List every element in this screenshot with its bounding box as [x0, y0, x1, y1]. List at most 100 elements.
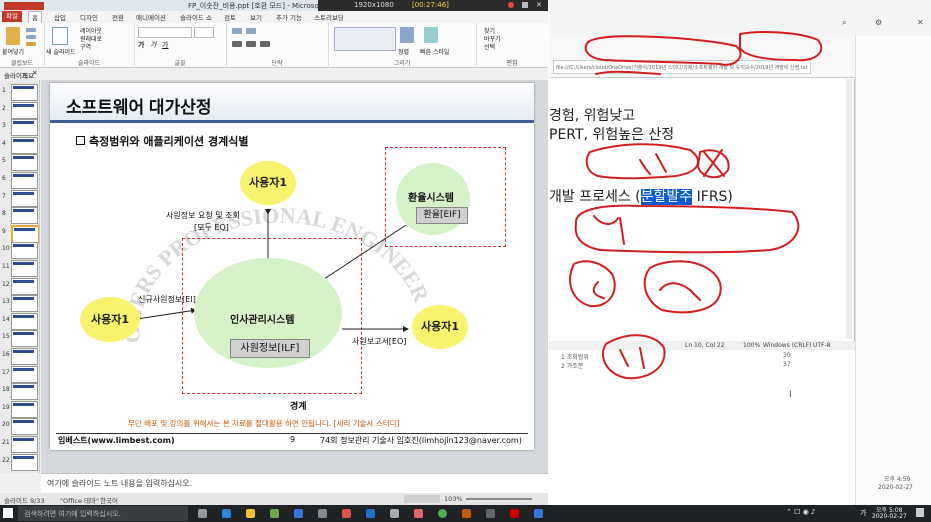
user-top-oval: 사용자1: [240, 161, 296, 205]
slide-thumbnail[interactable]: 10: [2, 242, 38, 260]
copy-icon[interactable]: [26, 35, 36, 39]
address-bar[interactable]: file:///C:/Users/cloud/OneDrive/기술사/2019…: [553, 60, 811, 74]
tray-icons[interactable]: ⌃ ☐ ◉ ♪: [786, 508, 815, 516]
slide-thumbnail[interactable]: 21: [2, 436, 38, 453]
status-slide-count: 슬라이드 9/33: [4, 497, 45, 505]
app-icon-12[interactable]: [486, 509, 495, 518]
clock-date[interactable]: 2020-02-27: [872, 513, 907, 520]
select-button[interactable]: 선택: [484, 42, 495, 51]
tab-insert[interactable]: 삽입: [54, 12, 66, 22]
slide-thumbnail[interactable]: 20: [2, 418, 38, 436]
app-icon-8[interactable]: [390, 509, 399, 518]
app-icon-14[interactable]: [534, 509, 543, 518]
group-label-paragraph: 단락: [271, 60, 283, 67]
status-language: 한국어: [100, 497, 118, 505]
tab-review[interactable]: 검토: [224, 12, 236, 22]
slide-thumbnail[interactable]: 8: [2, 207, 38, 225]
app-icon-5[interactable]: [318, 509, 327, 518]
tab-file[interactable]: 파일: [2, 11, 22, 22]
shapes-gallery[interactable]: [334, 27, 396, 51]
slide-thumbnail[interactable]: 6: [2, 172, 38, 189]
edge-icon[interactable]: [222, 509, 231, 518]
explorer-icon[interactable]: [246, 509, 255, 518]
new-slide-icon[interactable]: [52, 27, 68, 45]
slide-thumbnail[interactable]: 16: [2, 348, 38, 365]
slide-thumbnail[interactable]: 1: [2, 84, 38, 101]
underline-icon[interactable]: 가: [162, 40, 168, 50]
align-right-icon[interactable]: [260, 41, 270, 47]
doc-scrollbar[interactable]: [846, 79, 852, 339]
quick-styles-icon[interactable]: [424, 27, 438, 43]
slide-thumbnail[interactable]: 4: [2, 136, 38, 154]
slide-thumbnail[interactable]: 18: [2, 383, 38, 401]
slide-thumbnail[interactable]: 19: [2, 400, 38, 418]
view-buttons[interactable]: [404, 495, 440, 503]
slide-thumbnail[interactable]: 17: [2, 365, 38, 383]
bold-icon[interactable]: 가: [138, 40, 144, 50]
tab-slideshow[interactable]: 슬라이드 쇼: [180, 12, 212, 22]
slide-thumbnail[interactable]: 15: [2, 330, 38, 348]
align-center-icon[interactable]: [246, 41, 256, 47]
tab-storyboarding[interactable]: 스토리보딩: [314, 12, 344, 22]
tab-design[interactable]: 디자인: [80, 12, 98, 22]
taskbar-search[interactable]: 검색하려면 여기에 입력하십시오.: [18, 506, 188, 521]
font-size-select[interactable]: [194, 27, 214, 38]
group-clipboard: 붙여넣기 클립보드: [0, 23, 45, 68]
pane-close-icon[interactable]: ✕: [32, 69, 37, 77]
arrange-icon[interactable]: [400, 27, 414, 43]
slide-thumbnail-number: 8: [2, 210, 6, 218]
bullets-icon[interactable]: [232, 28, 242, 34]
slide-thumbnail[interactable]: 22: [2, 453, 38, 471]
mail-icon[interactable]: [294, 509, 303, 518]
cut-icon[interactable]: [26, 28, 36, 32]
slide-thumbnail[interactable]: 7: [2, 189, 38, 207]
document-view[interactable]: 경험, 위험낮고 PERT, 위험높은 산정 개발 프로세스 (분할발주 IFR…: [549, 79, 855, 349]
search-icon[interactable]: ⌕: [842, 18, 846, 28]
slide-thumbnail[interactable]: 14: [2, 312, 38, 330]
recorder-close-icon[interactable]: ✕: [536, 1, 542, 9]
zoom-slider[interactable]: [466, 498, 532, 500]
slide-thumbnail[interactable]: 13: [2, 295, 38, 313]
settings-icon[interactable]: ⚙: [875, 18, 882, 27]
editor-zoom: 100%: [743, 342, 761, 349]
word-icon[interactable]: [366, 509, 375, 518]
tab-animations[interactable]: 애니메이션: [136, 12, 166, 22]
tab-addins[interactable]: 추가 기능: [276, 12, 302, 22]
slide-canvas[interactable]: 소프트웨어 대가산정 측정범위와 애플리케이션 경계식별 GGERS PROFE…: [50, 83, 534, 450]
notes-pane[interactable]: 여기에 슬라이드 노트 내용을 입력하십시오.: [41, 473, 548, 493]
italic-icon[interactable]: 가: [150, 40, 156, 50]
paste-icon[interactable]: [6, 27, 20, 45]
ime-indicator[interactable]: 가: [860, 508, 866, 518]
numbering-icon[interactable]: [246, 28, 256, 34]
tab-transitions[interactable]: 전환: [112, 12, 124, 22]
close-icon[interactable]: ✕: [917, 18, 924, 27]
task-view-icon[interactable]: [198, 509, 207, 518]
slide-thumbnail[interactable]: 12: [2, 277, 38, 295]
align-left-icon[interactable]: [232, 41, 242, 47]
store-icon[interactable]: [270, 509, 279, 518]
app-icon-9[interactable]: [414, 509, 423, 518]
slide-thumbnail[interactable]: 3: [2, 119, 38, 137]
slide-thumbnail[interactable]: 5: [2, 154, 38, 172]
format-painter-icon[interactable]: [26, 42, 36, 46]
record-icon[interactable]: [508, 2, 514, 8]
office-icon[interactable]: [342, 509, 351, 518]
font-name-select[interactable]: [138, 27, 192, 38]
section-button[interactable]: 구역: [80, 42, 91, 51]
slide-thumbnail-number: 21: [2, 439, 10, 446]
tab-view[interactable]: 보기: [250, 12, 262, 22]
notification-icon[interactable]: [916, 508, 924, 517]
editor-status-bar: Ln 10, Col 22 100% Windows (CRLF) UTF-8: [549, 341, 855, 350]
chrome-icon[interactable]: [438, 509, 447, 518]
windows-start-icon[interactable]: [3, 508, 13, 518]
slide-thumbnail-image: [11, 383, 38, 401]
panel-clock-time: 오후 4:59: [884, 476, 911, 483]
recorder-icon[interactable]: [510, 509, 519, 518]
group-font: 가 가 가 글꼴: [134, 23, 227, 68]
slide-thumbnail[interactable]: 9: [2, 224, 39, 244]
powerpoint-icon[interactable]: [462, 509, 471, 518]
tab-home[interactable]: 홈: [28, 11, 42, 23]
slide-thumbnail[interactable]: 11: [2, 260, 38, 277]
slide-thumbnail[interactable]: 2: [2, 101, 38, 119]
camera-icon[interactable]: [522, 2, 528, 8]
